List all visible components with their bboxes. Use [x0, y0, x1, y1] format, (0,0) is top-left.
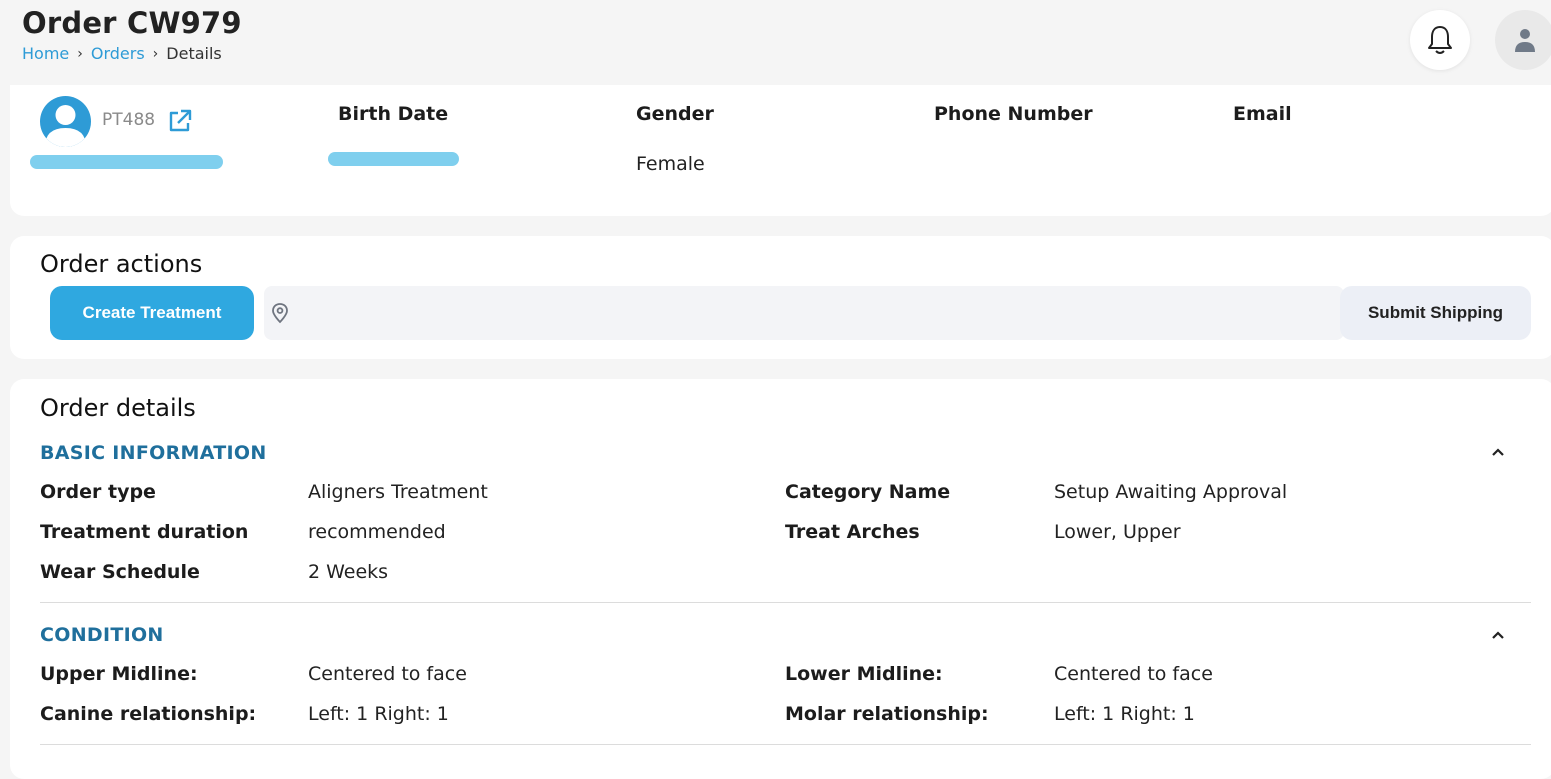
notifications-button[interactable]	[1410, 10, 1470, 70]
breadcrumb-home-link[interactable]: Home	[22, 44, 69, 63]
breadcrumb-current: Details	[166, 44, 222, 63]
upper-midline-label: Upper Midline:	[40, 663, 198, 685]
basic-information-heading[interactable]: BASIC INFORMATION	[40, 442, 267, 464]
order-type-label: Order type	[40, 481, 156, 503]
section-divider	[40, 744, 1531, 745]
wear-schedule-label: Wear Schedule	[40, 561, 200, 583]
canine-relationship-value: Left: 1 Right: 1	[308, 703, 449, 725]
canine-relationship-label: Canine relationship:	[40, 703, 257, 725]
birth-date-header: Birth Date	[338, 103, 449, 125]
email-header: Email	[1233, 103, 1292, 125]
gender-header: Gender	[636, 103, 714, 125]
order-details-title: Order details	[40, 394, 196, 422]
section-divider	[40, 602, 1531, 603]
wear-schedule-value: 2 Weeks	[308, 561, 389, 583]
upper-midline-value: Centered to face	[308, 663, 467, 685]
redacted-patient-name	[30, 155, 223, 169]
order-details-card: Order details BASIC INFORMATION Order ty…	[10, 379, 1551, 779]
condition-heading[interactable]: CONDITION	[40, 624, 164, 646]
user-avatar-icon	[45, 105, 86, 147]
gender-value: Female	[636, 153, 705, 175]
chevron-up-icon[interactable]	[1490, 630, 1506, 640]
top-bar: Order CW979 Home › Orders › Details	[0, 0, 1551, 85]
chevron-up-icon[interactable]	[1490, 447, 1506, 457]
order-type-value: Aligners Treatment	[308, 481, 488, 503]
redacted-birth-date	[328, 152, 459, 166]
breadcrumb: Home › Orders › Details	[22, 44, 222, 63]
map-pin-icon	[272, 303, 288, 324]
phone-header: Phone Number	[934, 103, 1093, 125]
lower-midline-label: Lower Midline:	[785, 663, 943, 685]
account-button[interactable]	[1495, 10, 1551, 70]
page-title: Order CW979	[22, 6, 242, 40]
lower-midline-value: Centered to face	[1054, 663, 1213, 685]
treat-arches-value: Lower, Upper	[1054, 521, 1181, 543]
breadcrumb-separator: ›	[77, 45, 83, 62]
external-link-icon[interactable]	[166, 107, 194, 135]
treatment-duration-label: Treatment duration	[40, 521, 249, 543]
treat-arches-label: Treat Arches	[785, 521, 920, 543]
molar-relationship-value: Left: 1 Right: 1	[1054, 703, 1195, 725]
create-treatment-button[interactable]: Create Treatment	[50, 286, 254, 340]
order-actions-title: Order actions	[40, 250, 203, 278]
molar-relationship-label: Molar relationship:	[785, 703, 989, 725]
category-name-value: Setup Awaiting Approval	[1054, 481, 1288, 503]
patient-id: PT488	[102, 110, 156, 130]
bell-icon	[1428, 26, 1452, 54]
order-actions-card: Order actions Create Treatment Submit Sh…	[10, 236, 1551, 359]
user-icon	[1515, 29, 1535, 52]
patient-avatar	[40, 96, 91, 147]
breadcrumb-orders-link[interactable]: Orders	[91, 44, 145, 63]
patient-card: PT488 Birth Date Gender Female Phone Num…	[10, 85, 1551, 216]
treatment-duration-value: recommended	[308, 521, 446, 543]
category-name-label: Category Name	[785, 481, 951, 503]
shipping-address-field[interactable]	[264, 286, 1344, 340]
breadcrumb-separator: ›	[152, 45, 159, 62]
submit-shipping-button[interactable]: Submit Shipping	[1340, 286, 1531, 340]
